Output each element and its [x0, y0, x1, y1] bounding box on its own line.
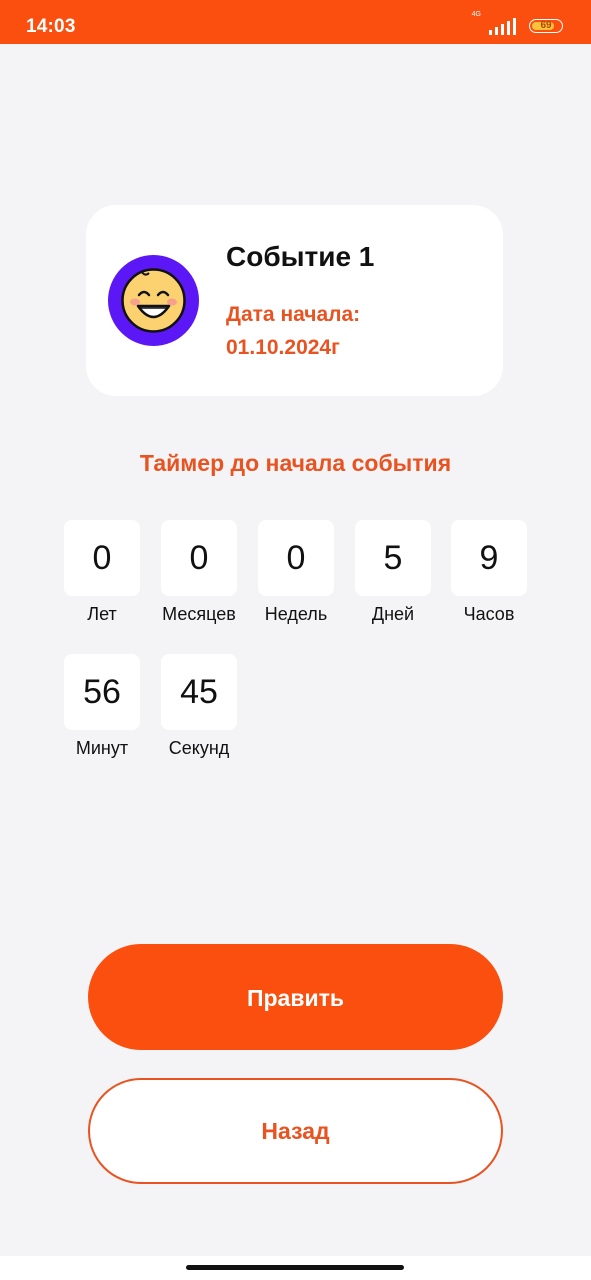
timer-tile-years: 0	[64, 520, 140, 596]
timer-tile-weeks: 0	[258, 520, 334, 596]
event-title: Событие 1	[226, 241, 375, 272]
network-type-label: 4G	[471, 11, 481, 18]
signal-icon	[489, 18, 516, 35]
timer-label-days: Дней	[371, 604, 415, 624]
timer-tile-seconds: 45	[161, 654, 237, 730]
timer-tile-days: 5	[355, 520, 431, 596]
timer-label-years: Лет	[87, 604, 117, 624]
timer-title: Таймер до начала события	[139, 450, 452, 476]
timer-label-seconds: Секунд	[168, 738, 230, 758]
timer-value-weeks: 0	[286, 539, 306, 577]
timer-tile-minutes: 56	[64, 654, 140, 730]
system-nav-bar	[0, 1256, 591, 1280]
event-date-value: 01.10.2024г	[226, 336, 340, 359]
event-avatar	[108, 255, 199, 346]
event-card: Событие 1 Дата начала: 01.10.2024г	[86, 205, 503, 396]
timer-tile-months: 0	[161, 520, 237, 596]
status-bar: 14:03 4G 69	[0, 0, 591, 44]
timer-tile-hours: 9	[451, 520, 527, 596]
timer-value-months: 0	[189, 539, 209, 577]
event-date-label: Дата начала:	[226, 303, 361, 326]
timer-value-seconds: 45	[180, 673, 218, 711]
battery-icon: 69	[529, 19, 563, 33]
timer-label-weeks: Недель	[264, 604, 328, 624]
timer-label-hours: Часов	[463, 604, 515, 624]
timer-value-hours: 9	[479, 539, 499, 577]
timer-label-minutes: Минут	[75, 738, 129, 758]
back-button[interactable]: Назад	[88, 1078, 503, 1184]
edit-button[interactable]: Править	[88, 944, 503, 1050]
home-indicator[interactable]	[186, 1265, 404, 1270]
status-time: 14:03	[26, 16, 76, 37]
timer-value-minutes: 56	[83, 673, 121, 711]
timer-value-years: 0	[92, 539, 112, 577]
battery-level: 69	[540, 20, 552, 31]
smiley-face-icon	[121, 268, 186, 333]
timer-value-days: 5	[383, 539, 403, 577]
timer-label-months: Месяцев	[162, 604, 236, 624]
status-icons: 4G 69	[423, 11, 563, 37]
